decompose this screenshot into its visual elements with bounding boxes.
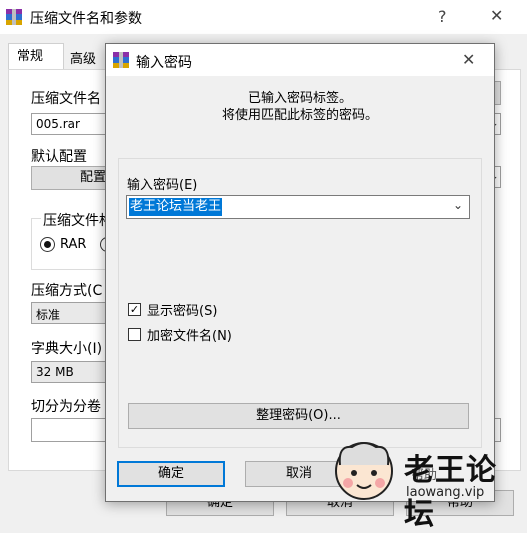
tab-advanced[interactable]: 高级 [70,48,96,67]
split-label: 切分为分卷 [31,399,101,415]
tab-advanced-label: 高级 [70,52,97,67]
dialog-ok-button[interactable]: 确定 [117,461,225,487]
dict-select[interactable]: 32 MB [31,361,111,383]
encrypt-names-label[interactable]: 加密文件名(N) [147,325,232,344]
default-profile-label: 默认配置 [31,149,87,165]
organize-passwords-label: 整理密码(O)... [256,408,341,423]
show-password-checkbox[interactable]: ✓ [128,303,141,316]
password-label: 输入密码(E) [127,178,198,193]
method-value: 标准 [36,308,61,322]
dialog-title-bar: 输入密码 ✕ [106,44,494,76]
mascot-face-icon [335,442,393,500]
help-icon[interactable]: ? [438,7,447,26]
organize-passwords-button[interactable]: 整理密码(O)... [128,403,469,429]
dialog-info: 已输入密码标签。 将使用匹配此标签的密码。 [106,90,494,124]
show-password-label[interactable]: 显示密码(S) [147,300,217,319]
profile-button[interactable]: 配置 [31,166,111,190]
dialog-title: 输入密码 [136,55,192,71]
tab-general[interactable]: 常规 [8,43,64,69]
archive-name-field[interactable]: 005.rar [31,113,111,135]
watermark: 老王论坛 laowang.vip [330,435,520,532]
dict-label: 字典大小(I) [31,341,103,357]
info-line-2: 将使用匹配此标签的密码。 [221,108,378,123]
dialog-ok-label: 确定 [157,466,184,481]
encrypt-names-checkbox[interactable] [128,328,141,341]
archive-name-label: 压缩文件名 [31,91,101,107]
password-dialog: 输入密码 ✕ 已输入密码标签。 将使用匹配此标签的密码。 输入密码(E) 老王论… [105,43,495,502]
method-select[interactable]: 标准 [31,302,111,324]
format-rar-label: RAR [60,237,87,252]
archive-name-value: 005.rar [36,117,80,131]
parent-title: 压缩文件名和参数 [30,11,142,27]
split-field[interactable] [31,418,111,442]
watermark-url: laowang.vip [406,485,485,500]
close-icon[interactable]: ✕ [490,6,503,25]
tab-general-label: 常规 [17,49,44,64]
winrar-icon [6,9,22,25]
password-value: 老王论坛当老王 [129,198,223,216]
password-combobox[interactable]: 老王论坛当老王 ⌄ [126,195,470,219]
dict-value: 32 MB [36,365,74,379]
method-label: 压缩方式(C [31,283,103,299]
format-group-label: 压缩文件格 [41,210,115,230]
dialog-close-icon[interactable]: ✕ [462,50,475,69]
chevron-down-icon[interactable]: ⌄ [453,198,463,212]
winrar-icon [113,52,129,68]
profile-button-label: 配置 [79,170,106,185]
dialog-cancel-label: 取消 [285,466,312,481]
format-rar-radio[interactable] [40,237,55,252]
info-line-1: 已输入密码标签。 [247,91,352,106]
parent-title-bar: 压缩文件名和参数 ? ✕ [0,0,527,34]
